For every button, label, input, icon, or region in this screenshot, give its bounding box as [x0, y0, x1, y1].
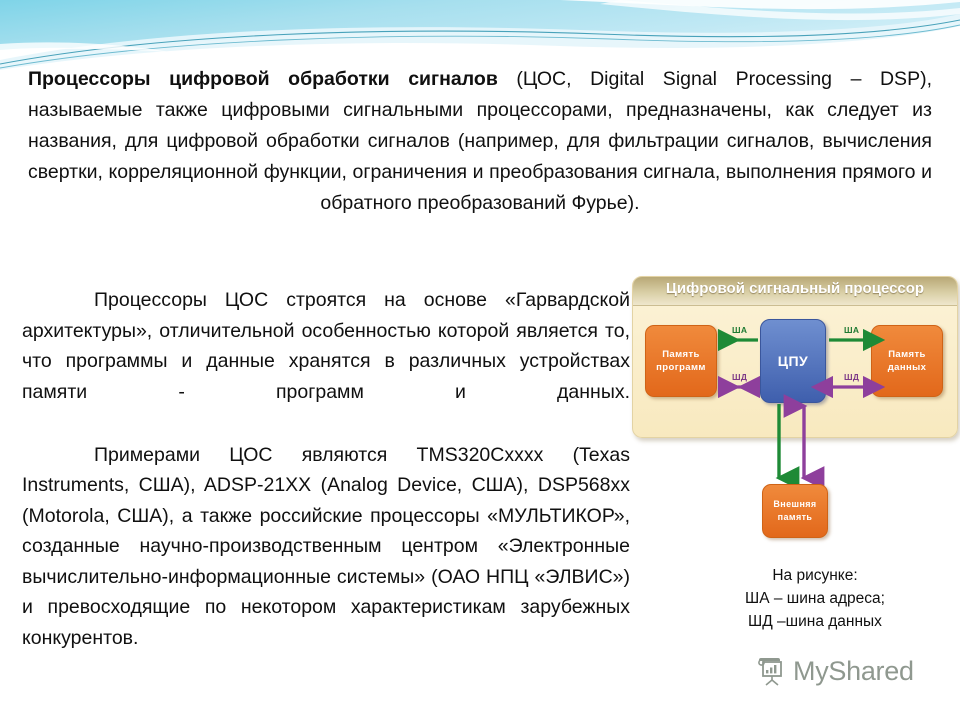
decorative-wave-band [0, 0, 960, 72]
paragraph-dsp-examples: Примерами ЦОС являются TMS320Cxxxx (Texa… [22, 443, 630, 649]
intro-paragraph: Процессоры цифровой обработки сигналов (… [28, 64, 932, 219]
wave-notch-left [0, 42, 170, 52]
label-data-bus-left: ШД [732, 372, 748, 382]
wave-pale-ribbon [0, 14, 960, 70]
block-external-memory: Внешняя память [762, 484, 828, 538]
myshared-watermark: MyShared [757, 655, 914, 687]
wave-sliver-top [560, 0, 960, 10]
label-address-bus-left: ША [732, 325, 748, 335]
diagram-panel: Цифровой сигнальный процессор Память про… [632, 276, 958, 438]
intro-lead-bold: Процессоры цифровой обработки сигналов [28, 68, 498, 90]
watermark-label: MyShared [793, 655, 914, 686]
diagram-caption: На рисунке: ША – шина адреса; ШД –шина д… [690, 564, 940, 633]
label-data-bus-right: ШД [844, 372, 860, 382]
label-address-bus-right: ША [844, 325, 860, 335]
caption-line-heading: На рисунке: [772, 567, 858, 584]
wave-line-1 [0, 19, 960, 65]
wave-line-2 [0, 24, 960, 69]
slide-canvas: Процессоры цифровой обработки сигналов (… [0, 0, 960, 720]
internal-bus-arrows [717, 328, 886, 399]
presentation-chart-icon [758, 658, 782, 686]
dsp-block-diagram: Цифровой сигнальный процессор Память про… [628, 276, 960, 538]
body-text-column: Процессоры ЦОС строятся на основе «Гарва… [22, 285, 630, 684]
wave-graphic [0, 0, 960, 72]
caption-line-address-bus: ША – шина адреса; [745, 590, 885, 607]
wave-sliver-top-2 [600, 0, 960, 21]
paragraph-harvard-architecture: Процессоры ЦОС строятся на основе «Гарва… [22, 289, 630, 403]
caption-line-data-bus: ШД –шина данных [748, 613, 882, 630]
wave-fill-primary [0, 0, 960, 67]
